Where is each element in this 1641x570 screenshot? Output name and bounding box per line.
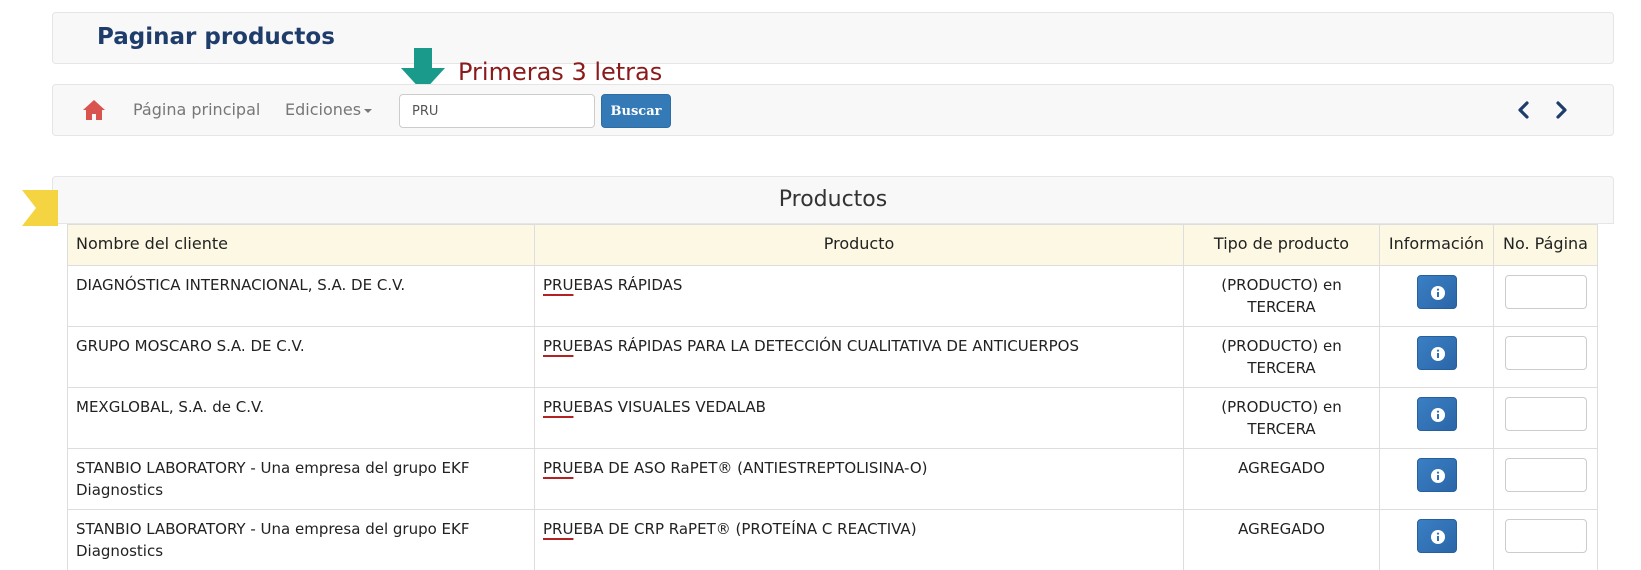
page-cell (1493, 387, 1598, 449)
product-name-rest: EBAS RÁPIDAS (573, 276, 683, 294)
products-table: Nombre del cliente Producto Tipo de prod… (67, 224, 1598, 570)
info-button[interactable] (1416, 519, 1457, 553)
info-icon (1430, 347, 1445, 361)
column-header-client: Nombre del cliente (67, 224, 535, 266)
page-number-input[interactable] (1504, 519, 1587, 553)
info-cell (1379, 509, 1494, 570)
product-name-rest: EBA DE CRP RaPET® (PROTEÍNA C REACTIVA) (573, 520, 917, 538)
page-cell (1493, 326, 1598, 388)
search-input[interactable] (399, 94, 595, 128)
page-number-input[interactable] (1504, 275, 1587, 309)
caret-down-icon (364, 108, 373, 113)
column-header-page: No. Página (1493, 224, 1598, 266)
table-row: GRUPO MOSCARO S.A. DE C.V. PRUEBAS RÁPID… (67, 326, 1598, 388)
table-row: STANBIO LABORATORY - Una empresa del gru… (67, 509, 1598, 570)
product-highlight: PRU (543, 520, 574, 538)
info-button[interactable] (1416, 458, 1457, 492)
chevron-right-icon[interactable] (1551, 100, 1571, 120)
page-title: Paginar productos (97, 24, 335, 50)
type-cell: AGREGADO (1183, 448, 1380, 510)
page-number-input[interactable] (1504, 458, 1587, 492)
table-row: MEXGLOBAL, S.A. de C.V. PRUEBAS VISUALES… (67, 387, 1598, 449)
type-cell: (PRODUCTO) en TERCERA (1183, 265, 1380, 327)
info-button[interactable] (1416, 275, 1457, 309)
info-icon (1430, 530, 1445, 544)
page-cell (1493, 509, 1598, 570)
info-button[interactable] (1416, 397, 1457, 431)
nav-main-page-link[interactable]: Página principal (133, 100, 260, 119)
search-button[interactable]: Buscar (601, 94, 671, 128)
title-panel: Paginar productos (52, 12, 1614, 64)
column-header-info: Información (1379, 224, 1494, 266)
page-number-input[interactable] (1504, 336, 1587, 370)
type-cell: (PRODUCTO) en TERCERA (1183, 387, 1380, 449)
table-header-row: Nombre del cliente Producto Tipo de prod… (67, 224, 1598, 266)
product-cell: PRUEBA DE CRP RaPET® (PROTEÍNA C REACTIV… (534, 509, 1184, 570)
page-cell (1493, 265, 1598, 327)
product-highlight: PRU (543, 337, 574, 355)
page-number-input[interactable] (1504, 397, 1587, 431)
chevron-left-icon[interactable] (1514, 100, 1534, 120)
client-cell: MEXGLOBAL, S.A. de C.V. (67, 387, 535, 449)
home-icon[interactable] (82, 99, 106, 121)
info-cell (1379, 265, 1494, 327)
client-cell: STANBIO LABORATORY - Una empresa del gru… (67, 448, 535, 510)
ribbon-icon (22, 190, 58, 226)
info-cell (1379, 448, 1494, 510)
info-cell (1379, 387, 1494, 449)
column-header-product: Producto (534, 224, 1184, 266)
product-highlight: PRU (543, 459, 574, 477)
column-header-type: Tipo de producto (1183, 224, 1380, 266)
info-cell (1379, 326, 1494, 388)
type-cell: AGREGADO (1183, 509, 1380, 570)
info-icon (1430, 408, 1445, 422)
page-cell (1493, 448, 1598, 510)
info-icon (1430, 469, 1445, 483)
product-cell: PRUEBAS RÁPIDAS (534, 265, 1184, 327)
type-cell: (PRODUCTO) en TERCERA (1183, 326, 1380, 388)
products-panel: Productos (52, 176, 1614, 224)
client-cell: STANBIO LABORATORY - Una empresa del gru… (67, 509, 535, 570)
client-cell: DIAGNÓSTICA INTERNACIONAL, S.A. DE C.V. (67, 265, 535, 327)
info-icon (1430, 286, 1445, 300)
product-highlight: PRU (543, 398, 574, 416)
annotation-label: Primeras 3 letras (458, 58, 663, 86)
navbar: Página principal Ediciones Buscar (52, 84, 1614, 136)
product-name-rest: EBAS RÁPIDAS PARA LA DETECCIÓN CUALITATI… (573, 337, 1080, 355)
product-cell: PRUEBA DE ASO RaPET® (ANTIESTREPTOLISINA… (534, 448, 1184, 510)
table-row: STANBIO LABORATORY - Una empresa del gru… (67, 448, 1598, 510)
client-cell: GRUPO MOSCARO S.A. DE C.V. (67, 326, 535, 388)
products-title: Productos (778, 187, 888, 212)
info-button[interactable] (1416, 336, 1457, 370)
nav-editions-dropdown[interactable]: Ediciones (285, 100, 373, 119)
product-name-rest: EBAS VISUALES VEDALAB (573, 398, 766, 416)
nav-editions-label: Ediciones (285, 100, 362, 119)
product-name-rest: EBA DE ASO RaPET® (ANTIESTREPTOLISINA-O) (573, 459, 928, 477)
product-highlight: PRU (543, 276, 574, 294)
product-cell: PRUEBAS RÁPIDAS PARA LA DETECCIÓN CUALIT… (534, 326, 1184, 388)
product-cell: PRUEBAS VISUALES VEDALAB (534, 387, 1184, 449)
table-row: DIAGNÓSTICA INTERNACIONAL, S.A. DE C.V. … (67, 265, 1598, 327)
